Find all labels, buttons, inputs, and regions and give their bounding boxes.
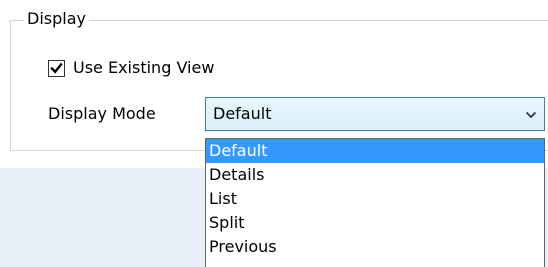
display-settings-panel: Display Use Existing View Display Mode D… [0,0,548,267]
display-mode-label: Display Mode [48,104,156,123]
checkbox-box[interactable] [48,59,65,77]
use-existing-view-label[interactable]: Use Existing View [73,57,214,79]
option-split[interactable]: Split [206,211,544,235]
option-default[interactable]: Default [206,139,544,163]
checkmark-icon [50,62,63,74]
use-existing-view-checkbox[interactable]: Use Existing View [48,56,214,80]
option-details[interactable]: Details [206,163,544,187]
display-mode-select[interactable]: Default [205,97,545,131]
option-previous[interactable]: Previous [206,235,544,259]
display-group-title: Display [24,8,89,30]
chevron-down-icon[interactable] [524,108,538,122]
display-mode-dropdown-list: Default Details List Split Previous [205,138,545,267]
display-groupbox [10,20,548,151]
option-list[interactable]: List [206,187,544,211]
display-mode-selected-value: Default [213,104,272,123]
